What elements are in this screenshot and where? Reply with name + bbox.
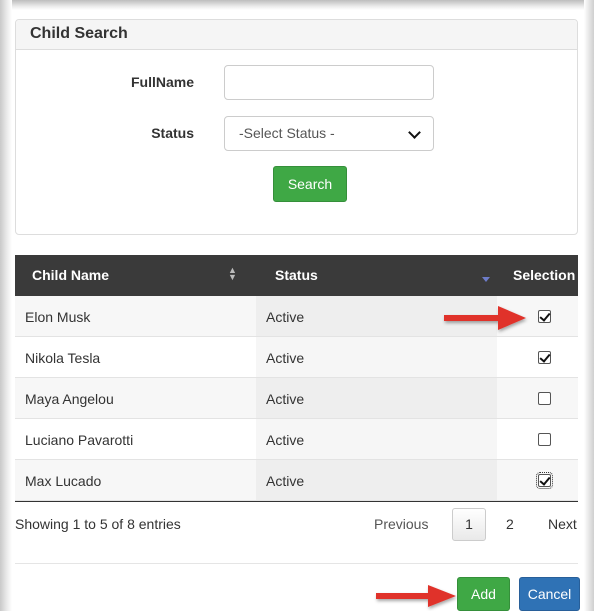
child-name-cell: Max Lucado	[25, 473, 102, 489]
footer-divider	[15, 563, 578, 564]
red-arrow-icon	[376, 585, 456, 607]
table-row: Maya Angelou Active	[15, 378, 578, 419]
column-header-child-name[interactable]: Child Name	[32, 267, 109, 283]
fullname-input[interactable]	[224, 65, 434, 100]
table-bottom-border	[15, 501, 578, 502]
selection-checkbox[interactable]	[538, 351, 551, 364]
red-arrow-icon	[444, 306, 526, 330]
sort-icon[interactable]: ▲ ▼	[228, 266, 237, 282]
child-name-cell: Elon Musk	[25, 309, 91, 325]
panel-title: Child Search	[16, 20, 577, 50]
child-name-cell: Luciano Pavarotti	[25, 432, 134, 448]
table-row: Max Lucado Active	[15, 460, 578, 501]
status-select-value: -Select Status -	[239, 125, 335, 141]
status-label: Status	[151, 125, 194, 141]
child-search-panel: Child Search FullName Status -Select Sta…	[15, 19, 578, 235]
selection-checkbox[interactable]	[538, 433, 551, 446]
status-cell: Active	[266, 350, 305, 366]
pagination-page-current[interactable]: 1	[452, 508, 486, 541]
pagination-previous[interactable]: Previous	[374, 516, 428, 532]
window-shadow	[0, 0, 594, 10]
fullname-label: FullName	[130, 74, 194, 90]
children-table: Child Name ▲ ▼ Status Selection Elon Musk…	[15, 255, 578, 502]
pagination-page-2[interactable]: 2	[506, 516, 514, 532]
sort-desc-icon[interactable]	[482, 277, 490, 282]
child-name-cell: Maya Angelou	[25, 391, 114, 407]
selection-checkbox[interactable]	[536, 472, 553, 489]
table-row: Nikola Tesla Active	[15, 337, 578, 378]
cancel-button[interactable]: Cancel	[519, 577, 580, 611]
table-header: Child Name ▲ ▼ Status Selection	[15, 255, 578, 296]
status-cell: Active	[266, 309, 305, 325]
status-select[interactable]: -Select Status -	[224, 116, 434, 151]
table-info: Showing 1 to 5 of 8 entries	[15, 516, 181, 532]
status-cell: Active	[266, 432, 305, 448]
pagination-next[interactable]: Next	[548, 516, 577, 532]
window-shadow-right	[584, 0, 594, 611]
add-button[interactable]: Add	[457, 577, 510, 611]
table-row: Luciano Pavarotti Active	[15, 419, 578, 460]
column-header-selection: Selection	[513, 267, 576, 283]
window-shadow-left	[0, 0, 12, 611]
selection-checkbox[interactable]	[538, 310, 551, 323]
column-header-status[interactable]: Status	[275, 267, 318, 283]
search-button[interactable]: Search	[273, 166, 347, 202]
status-cell: Active	[266, 473, 305, 489]
chevron-down-icon	[408, 126, 421, 139]
status-cell: Active	[266, 391, 305, 407]
child-name-cell: Nikola Tesla	[25, 350, 101, 366]
selection-checkbox[interactable]	[538, 392, 551, 405]
